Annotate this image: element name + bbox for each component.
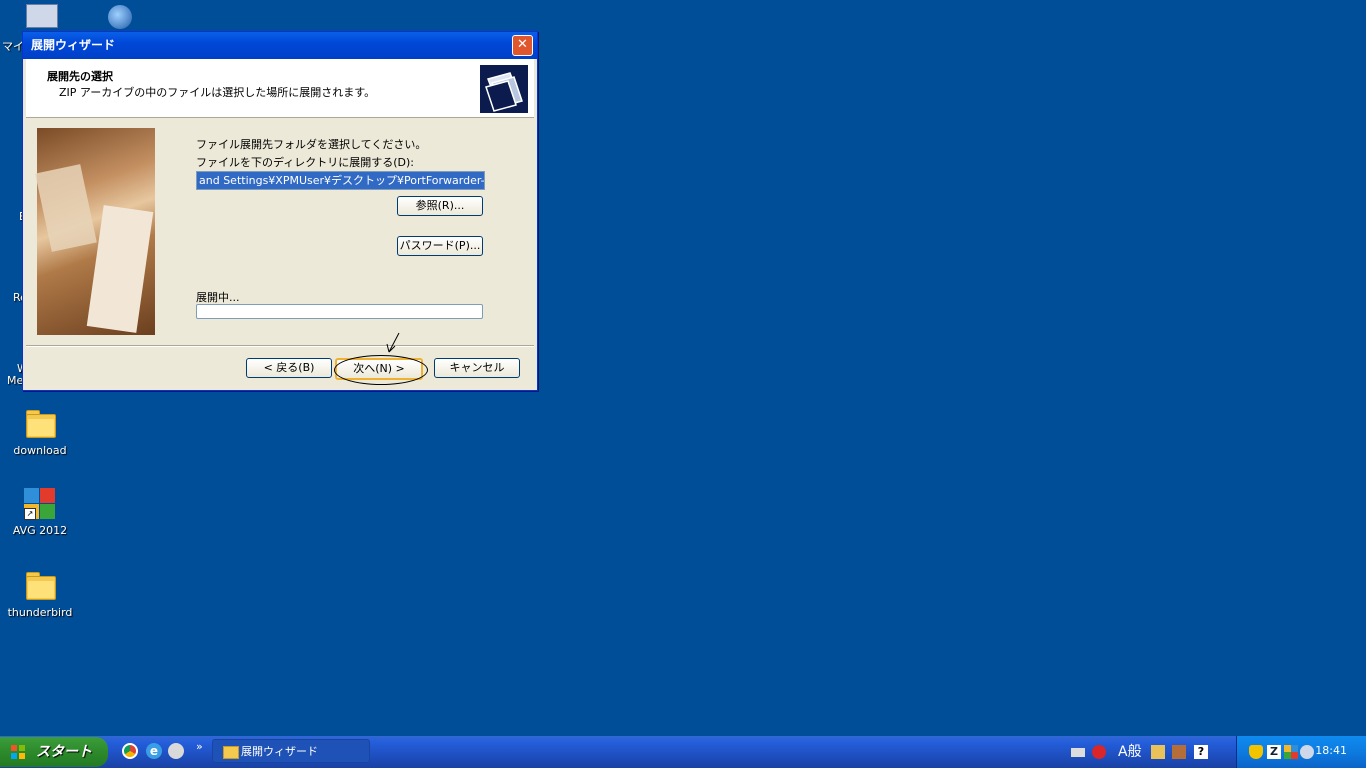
desktop-icon-avg[interactable]: ↗ AVG 2012 [2, 488, 78, 537]
highlight-ellipse [334, 355, 428, 385]
back-button[interactable]: < 戻る(B) [246, 358, 332, 378]
avg-icon: ↗ [24, 488, 56, 520]
folder-icon [24, 570, 56, 602]
wizard-step-title: 展開先の選択 [47, 70, 113, 83]
desktop-icon-label: AVG 2012 [12, 524, 68, 537]
wizard-step-subtitle: ZIP アーカイブの中のファイルは選択した場所に展開されます。 [59, 86, 376, 99]
taskbar: スタート e » 展開ウィザード A般 ? Z 18:41 [0, 736, 1366, 768]
folder-icon [223, 746, 239, 759]
desktop-icon-fragment: Me [7, 374, 24, 387]
dialog-title: 展開ウィザード [31, 38, 116, 52]
ime-tools-icon[interactable] [1172, 745, 1186, 759]
desktop-icon-label: thunderbird [7, 606, 73, 619]
folder-icon [24, 408, 56, 440]
directory-label: ファイルを下のディレクトリに展開する(D): [196, 156, 414, 169]
thunderbird-icon [108, 5, 132, 29]
start-label: スタート [36, 744, 92, 760]
avg-tray-icon[interactable] [1284, 745, 1298, 759]
dialog-titlebar[interactable]: 展開ウィザード ✕ [23, 32, 537, 59]
instruction-text: ファイル展開先フォルダを選択してください。 [196, 138, 427, 151]
network-icon[interactable] [1300, 745, 1314, 759]
taskbar-item-extract-wizard[interactable]: 展開ウィザード [212, 739, 370, 763]
folders-icon [479, 64, 529, 114]
start-button[interactable]: スタート [0, 737, 108, 767]
taskbar-item-label: 展開ウィザード [241, 745, 318, 758]
desktop-icon-download[interactable]: download [2, 408, 78, 457]
system-tray: Z 18:41 [1236, 736, 1366, 768]
quicklaunch-overflow[interactable]: » [196, 740, 203, 753]
wizard-side-image [35, 128, 155, 335]
zonealarm-icon[interactable]: Z [1267, 745, 1281, 759]
ime-pad-icon[interactable] [1151, 745, 1165, 759]
extract-wizard-dialog: 展開ウィザード ✕ 展開先の選択 ZIP アーカイブの中のファイルは選択した場所… [22, 31, 538, 391]
computer-icon [26, 4, 58, 28]
security-shield-icon[interactable] [1249, 745, 1263, 759]
keyboard-icon[interactable] [1071, 748, 1085, 757]
mouse-cursor-icon [386, 332, 400, 353]
desktop-icon-thunderbird-top[interactable] [104, 3, 134, 31]
extract-progress-bar [196, 304, 483, 319]
system-clock[interactable]: 18:41 [1315, 744, 1347, 757]
help-icon[interactable]: ? [1194, 745, 1208, 759]
extract-path-input[interactable]: and Settings¥XPMUser¥デスクトップ¥PortForwarde… [196, 171, 485, 190]
browse-button[interactable]: 参照(R)... [397, 196, 483, 216]
dialog-separator [26, 345, 534, 347]
windows-flag-icon [11, 745, 25, 759]
desktop-icon-thunderbird[interactable]: thunderbird [2, 570, 78, 619]
desktop-icon-label: マイ [2, 40, 24, 53]
cancel-button[interactable]: キャンセル [434, 358, 520, 378]
password-button[interactable]: パスワード(P)... [397, 236, 483, 256]
ime-mode-indicator[interactable]: A般 [1118, 741, 1142, 761]
progress-label: 展開中... [196, 291, 240, 304]
close-button[interactable]: ✕ [512, 35, 533, 56]
media-player-icon[interactable] [168, 743, 184, 759]
desktop-icon-label: download [13, 444, 67, 457]
chrome-icon[interactable] [122, 743, 138, 759]
wizard-header: 展開先の選択 ZIP アーカイブの中のファイルは選択した場所に展開されます。 [26, 59, 534, 118]
shortcut-arrow-icon: ↗ [24, 508, 36, 520]
internet-explorer-icon[interactable]: e [146, 743, 162, 759]
ime-red-icon[interactable] [1092, 745, 1106, 759]
